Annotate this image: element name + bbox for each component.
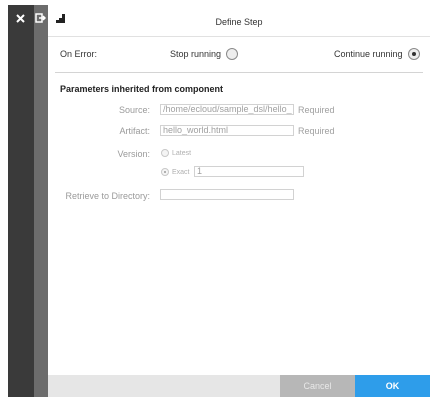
close-button[interactable]: [13, 11, 27, 25]
divider: [55, 72, 423, 73]
left-rail: [8, 5, 34, 397]
version-exact-field[interactable]: 1: [194, 166, 304, 177]
stop-running-label: Stop running: [170, 49, 222, 59]
exit-button[interactable]: [33, 11, 47, 25]
artifact-field[interactable]: hello_world.html: [160, 125, 294, 136]
on-error-row: On Error: Stop running Continue running: [48, 37, 430, 70]
secondary-rail: [34, 5, 48, 397]
source-label: Source:: [118, 105, 150, 115]
continue-running-label: Continue running: [334, 49, 403, 59]
artifact-required: Required: [298, 126, 335, 136]
dialog-header: Define Step: [48, 5, 430, 37]
stop-running-radio[interactable]: [226, 48, 239, 60]
version-exact-option[interactable]: Exact: [161, 168, 190, 176]
version-label: Version:: [117, 149, 150, 159]
version-latest-label: Latest: [172, 149, 192, 157]
retrieve-directory-field[interactable]: [160, 189, 294, 200]
version-exact-label: Exact: [172, 168, 190, 176]
cancel-button[interactable]: Cancel: [280, 375, 355, 397]
continue-running-option[interactable]: Continue running: [334, 48, 420, 60]
dialog-title: Define Step: [215, 17, 263, 27]
version-exact-radio[interactable]: [161, 168, 169, 176]
source-required: Required: [298, 105, 335, 115]
close-icon: [15, 13, 25, 23]
version-latest-option[interactable]: Latest: [161, 149, 191, 157]
continue-running-radio[interactable]: [407, 48, 420, 60]
version-latest-radio[interactable]: [161, 149, 169, 157]
ok-button[interactable]: OK: [355, 375, 430, 397]
section-title: Parameters inherited from component: [60, 84, 224, 94]
retrieve-directory-label: Retrieve to Directory:: [65, 191, 150, 201]
exit-icon: [34, 13, 46, 23]
source-field[interactable]: /home/ecloud/sample_dsl/hello_: [160, 104, 294, 115]
on-error-label: On Error:: [60, 49, 98, 59]
stop-running-option[interactable]: Stop running: [170, 48, 239, 60]
artifact-label: Artifact:: [119, 126, 150, 136]
